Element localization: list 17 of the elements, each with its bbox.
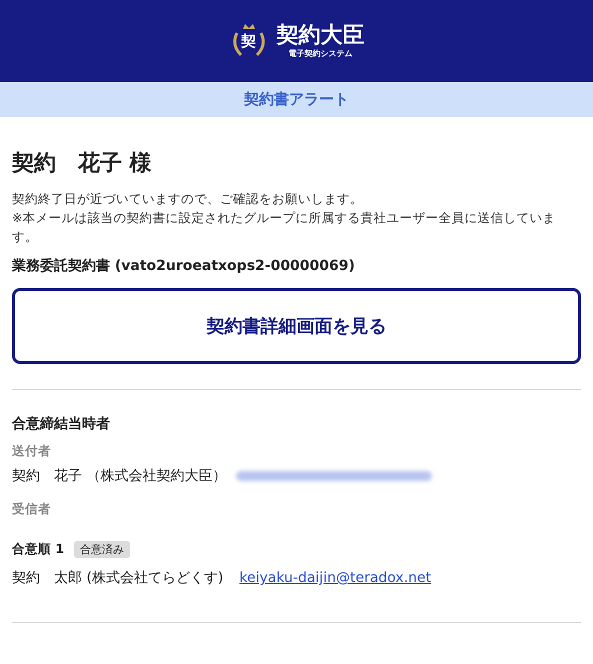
view-details-button[interactable]: 契約書詳細画面を見る <box>12 288 581 364</box>
document-title: 業務委託契約書 (vato2uroeatxops2-00000069) <box>12 257 356 276</box>
brand-name: 契約大臣 <box>276 23 364 49</box>
agreement-order: 合意順 1 <box>12 540 64 558</box>
brand-tagline: 電子契約システム <box>288 49 352 59</box>
message-text: 契約終了日が近づいていますので、ご確認をお願いします。 <box>12 190 364 208</box>
greeting-heading: 契約 花子 様 <box>12 150 153 178</box>
emblem-character: 契 <box>241 30 256 52</box>
message-text: ※本メールは該当の契約書に設定されたグループに所属する貴社ユーザー全員に送信しています。 <box>12 209 556 246</box>
status-badge: 合意済み <box>74 540 130 558</box>
recipients-label: 受信者 <box>12 500 52 518</box>
alert-title: 契約書アラート <box>244 89 349 110</box>
recipient-name: 契約 太郎 (株式会社てらどくす) <box>12 569 224 588</box>
sender-name: 契約 花子 （株式会社契約大臣） <box>12 467 226 486</box>
email-link[interactable]: keiyaku-daijin@teradox.net <box>239 568 432 588</box>
section-heading: 合意締結当時者 <box>12 415 111 434</box>
sender-label: 送付者 <box>12 442 52 460</box>
